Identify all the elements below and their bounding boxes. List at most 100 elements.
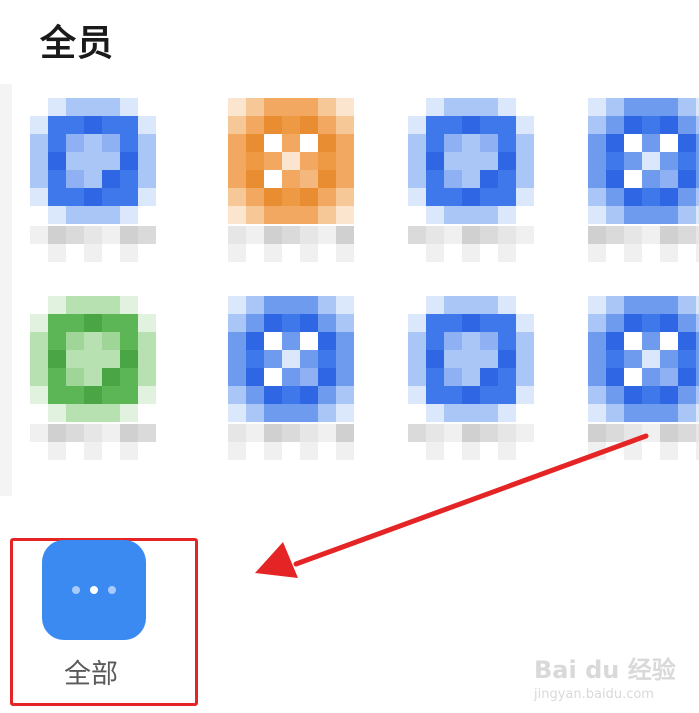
app-icon-blurred (588, 296, 699, 422)
mosaic-cell (678, 188, 696, 206)
mosaic-cell (300, 442, 318, 460)
mosaic-cell (408, 226, 426, 244)
mosaic-cell (318, 350, 336, 368)
mosaic-cell (120, 404, 138, 422)
mosaic-cell (516, 226, 534, 244)
mosaic-cell (480, 368, 498, 386)
mosaic-cell (336, 170, 354, 188)
mosaic-cell (66, 134, 84, 152)
mosaic-cell (246, 152, 264, 170)
mosaic-cell (588, 314, 606, 332)
mosaic-cell (462, 332, 480, 350)
mosaic-cell (66, 116, 84, 134)
mosaic-cell (264, 116, 282, 134)
mosaic-cell (300, 424, 318, 442)
mosaic-cell (498, 332, 516, 350)
app-item[interactable] (30, 296, 160, 476)
mosaic-cell (588, 98, 606, 116)
mosaic-cell (246, 424, 264, 442)
mosaic-cell (102, 98, 120, 116)
mosaic-cell (246, 226, 264, 244)
mosaic-cell (84, 206, 102, 224)
mosaic-cell (408, 314, 426, 332)
mosaic-cell (138, 170, 156, 188)
mosaic-cell (606, 98, 624, 116)
mosaic-cell (624, 314, 642, 332)
mosaic-cell (588, 244, 606, 262)
mosaic-cell (462, 442, 480, 460)
mosaic-cell (498, 152, 516, 170)
mosaic-cell (102, 442, 120, 460)
mosaic-cell (300, 170, 318, 188)
mosaic-cell (498, 404, 516, 422)
app-icon-blurred (588, 98, 699, 224)
mosaic-cell (264, 442, 282, 460)
app-label-blurred (228, 424, 354, 460)
mosaic-cell (138, 244, 156, 262)
mosaic-cell (66, 170, 84, 188)
mosaic-cell (516, 134, 534, 152)
mosaic-cell (642, 404, 660, 422)
mosaic-cell (426, 350, 444, 368)
mosaic-cell (138, 296, 156, 314)
mosaic-cell (516, 442, 534, 460)
mosaic-cell (30, 424, 48, 442)
mosaic-cell (498, 226, 516, 244)
mosaic-cell (300, 244, 318, 262)
mosaic-cell (660, 244, 678, 262)
mosaic-cell (480, 152, 498, 170)
mosaic-cell (678, 226, 696, 244)
mosaic-cell (138, 206, 156, 224)
all-apps-label[interactable]: 全部 (64, 652, 118, 691)
mosaic-cell (264, 314, 282, 332)
mosaic-cell (66, 424, 84, 442)
app-item[interactable] (228, 98, 358, 278)
mosaic-cell (498, 134, 516, 152)
mosaic-cell (516, 296, 534, 314)
app-item[interactable] (588, 98, 699, 278)
mosaic-cell (678, 404, 696, 422)
mosaic-cell (588, 386, 606, 404)
mosaic-cell (678, 350, 696, 368)
mosaic-cell (480, 424, 498, 442)
mosaic-cell (282, 314, 300, 332)
app-item[interactable] (408, 296, 538, 476)
mosaic-cell (84, 116, 102, 134)
mosaic-cell (102, 368, 120, 386)
app-item[interactable] (228, 296, 358, 476)
mosaic-cell (84, 134, 102, 152)
mosaic-cell (336, 296, 354, 314)
mosaic-cell (264, 244, 282, 262)
mosaic-cell (588, 332, 606, 350)
mosaic-cell (138, 226, 156, 244)
mosaic-cell (408, 350, 426, 368)
app-item[interactable] (30, 98, 160, 278)
all-apps-button[interactable] (42, 540, 146, 640)
mosaic-cell (462, 314, 480, 332)
mosaic-cell (48, 188, 66, 206)
app-item[interactable] (588, 296, 699, 476)
mosaic-cell (426, 188, 444, 206)
mosaic-cell (318, 152, 336, 170)
mosaic-cell (228, 332, 246, 350)
mosaic-cell (264, 206, 282, 224)
mosaic-cell (318, 188, 336, 206)
mosaic-cell (660, 350, 678, 368)
mosaic-cell (426, 424, 444, 442)
mosaic-cell (516, 386, 534, 404)
mosaic-cell (138, 116, 156, 134)
mosaic-cell (264, 350, 282, 368)
mosaic-cell (66, 332, 84, 350)
mosaic-cell (480, 296, 498, 314)
mosaic-cell (66, 314, 84, 332)
mosaic-cell (84, 170, 102, 188)
app-item[interactable] (408, 98, 538, 278)
mosaic-cell (678, 152, 696, 170)
mosaic-cell (138, 404, 156, 422)
mosaic-cell (588, 296, 606, 314)
mosaic-cell (318, 226, 336, 244)
mosaic-cell (462, 116, 480, 134)
mosaic-cell (462, 98, 480, 116)
mosaic-cell (48, 226, 66, 244)
mosaic-cell (138, 368, 156, 386)
